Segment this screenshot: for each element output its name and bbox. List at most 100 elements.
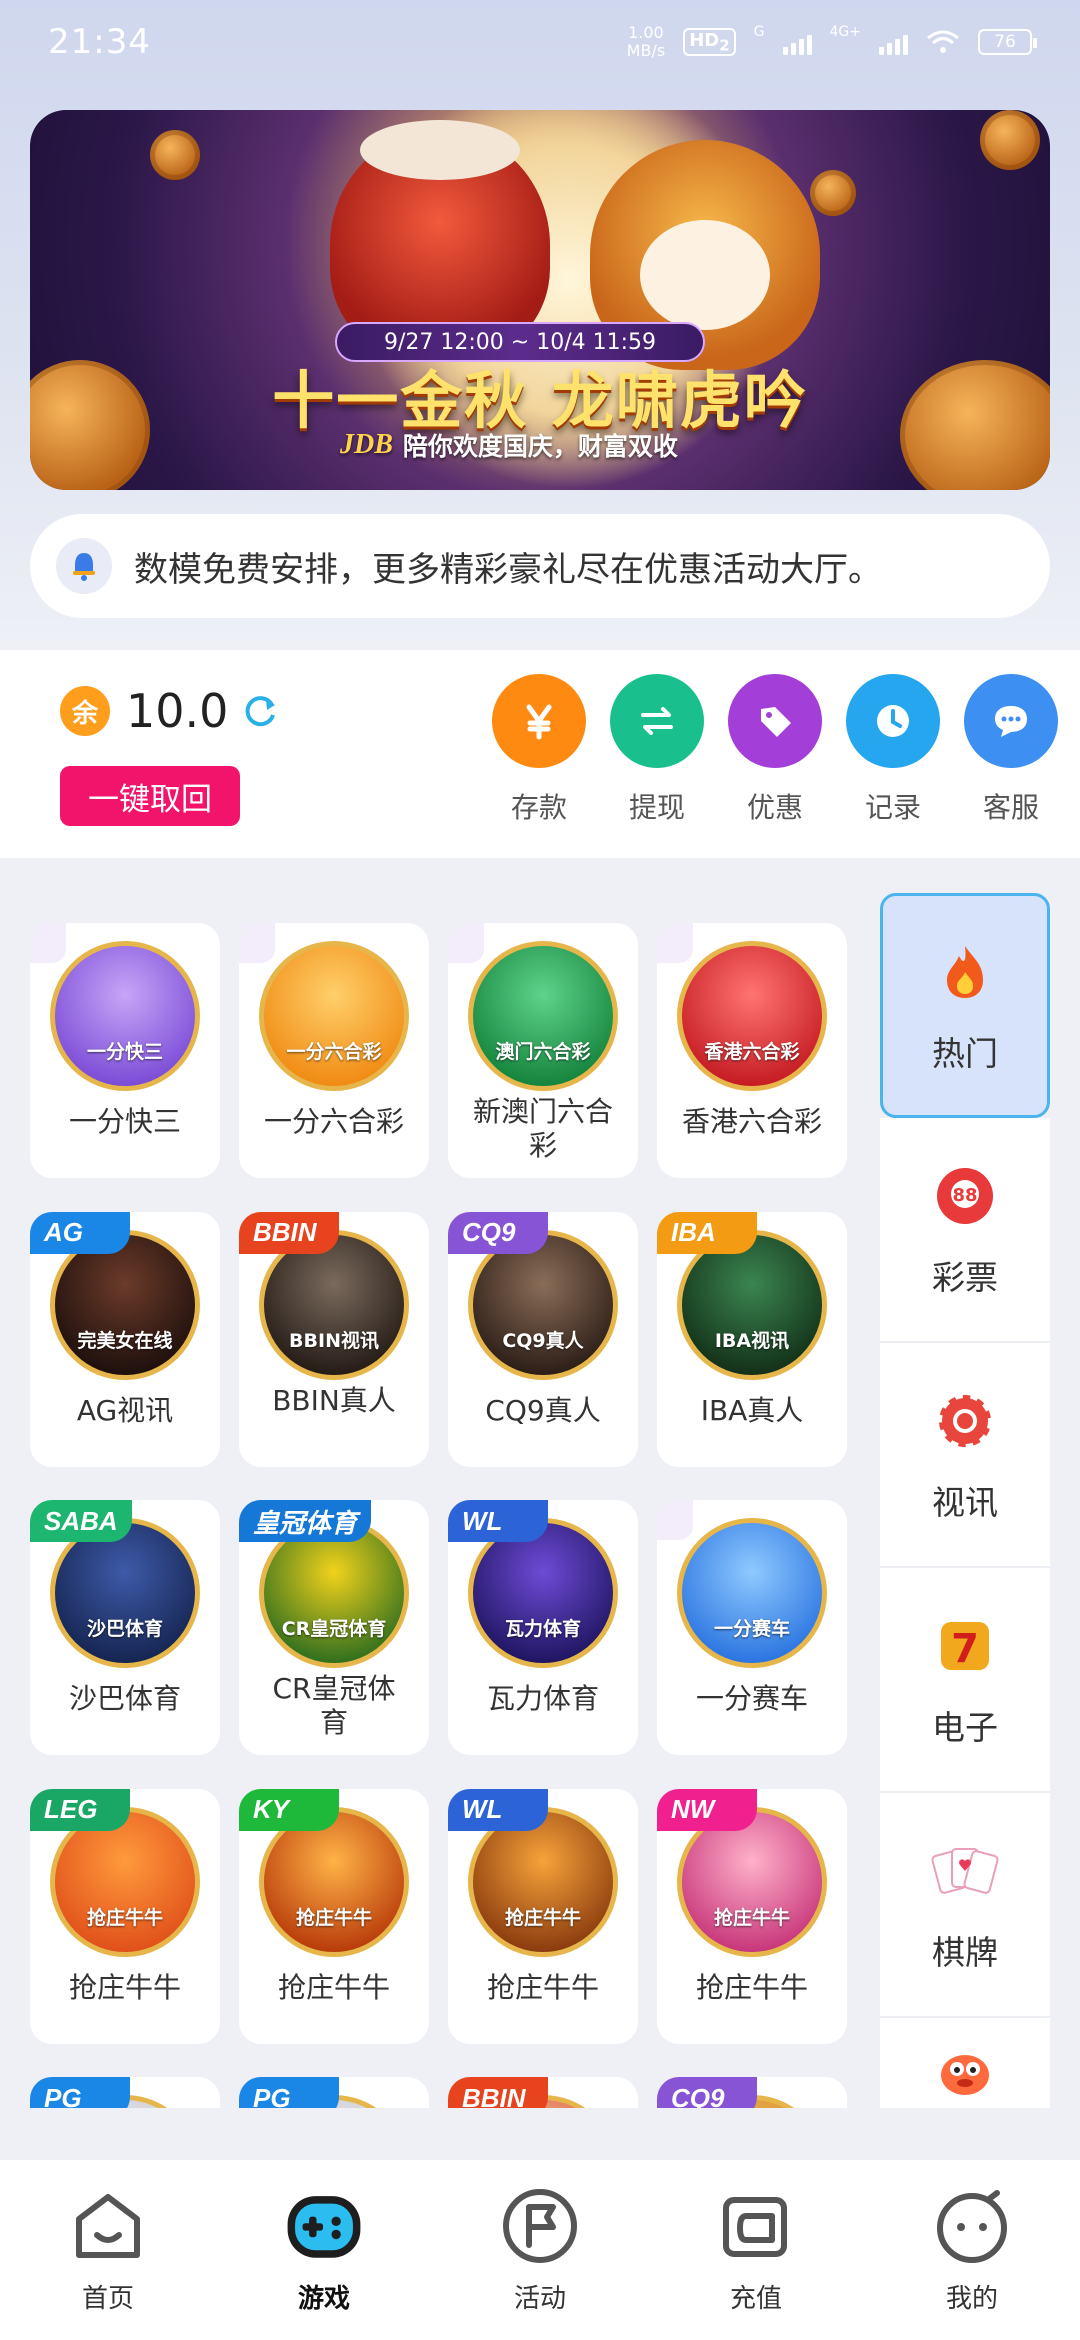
provider-badge: IBA: [657, 1211, 757, 1254]
provider-badge: CQ9: [448, 1211, 548, 1254]
provider-badge: AG: [30, 1211, 130, 1254]
category-board-games[interactable]: 棋牌: [880, 1793, 1050, 2018]
status-time: 21:34: [48, 22, 151, 62]
game-name: AG视讯: [76, 1393, 174, 1427]
game-card[interactable]: 抢庄牛牛 KY 抢庄牛牛: [239, 1788, 429, 2044]
category-hot[interactable]: 热门: [880, 893, 1050, 1118]
wallet-panel: 余 10.0 一键取回 存款 提现 优惠 记录 客服: [0, 650, 1080, 858]
game-card[interactable]: CQ9: [657, 2077, 847, 2108]
game-name: 瓦力体育: [486, 1682, 599, 1715]
home-icon: [66, 2184, 150, 2268]
clock-icon: [846, 674, 940, 768]
mooncake-graphic: [810, 170, 856, 216]
nav-profile[interactable]: 我的: [902, 2184, 1042, 2340]
game-thumbnail-image: 一分快三: [50, 941, 200, 1091]
promotion-action[interactable]: 优惠: [728, 674, 822, 826]
game-card[interactable]: PG: [239, 2077, 429, 2108]
category-live-video[interactable]: 视讯: [880, 1343, 1050, 1568]
promo-banner[interactable]: 9/27 12:00 ~ 10/4 11:59 十一金秋 龙啸虎吟 JDB 陪你…: [30, 110, 1050, 490]
provider-badge: BBIN: [448, 2077, 548, 2108]
corner-flag-icon: [30, 923, 66, 963]
corner-flag-icon: [239, 923, 275, 963]
signal-bars-4g-icon: [879, 29, 908, 55]
balance-row: 余 10.0: [60, 684, 280, 738]
game-thumbnail-image: 香港六合彩: [677, 941, 827, 1091]
announcement-marquee[interactable]: 数模免费安排，更多精彩豪礼尽在优惠活动大厅。: [30, 514, 1050, 618]
game-thumbnail-label: CR皇冠体育: [281, 1618, 387, 1640]
balance-coin-icon: 余: [60, 686, 110, 736]
game-thumbnail-label: CQ9真人: [502, 1329, 584, 1352]
game-thumbnail-label: 完美女在线: [77, 1329, 173, 1352]
provider-badge: WL: [448, 1788, 548, 1831]
game-card[interactable]: 沙巴体育 SABA 沙巴体育: [30, 1500, 220, 1755]
nav-home[interactable]: 首页: [38, 2184, 178, 2340]
game-name: 沙巴体育: [68, 1682, 181, 1715]
withdraw-label: 提现: [628, 791, 685, 824]
records-action[interactable]: 记录: [846, 674, 940, 826]
game-card[interactable]: BBIN: [448, 2077, 638, 2108]
game-card[interactable]: 抢庄牛牛 NW 抢庄牛牛: [657, 1788, 847, 2044]
nav-label: 首页: [81, 2284, 134, 2314]
game-card[interactable]: 抢庄牛牛 WL 抢庄牛牛: [448, 1788, 638, 2044]
wallet-actions: 存款 提现 优惠 记录 客服: [492, 674, 1058, 826]
category-electronic[interactable]: 7 电子: [880, 1568, 1050, 1793]
refresh-icon[interactable]: [240, 691, 280, 731]
provider-badge: PG: [239, 2077, 339, 2108]
mooncake-graphic: [980, 110, 1040, 170]
provider-badge: PG: [30, 2077, 130, 2108]
game-name: 抢庄牛牛: [68, 1970, 181, 2004]
bottom-navigation: 首页 游戏 活动 充值 我的: [0, 2160, 1080, 2340]
nav-recharge[interactable]: 充值: [686, 2184, 826, 2340]
nav-label: 游戏: [297, 2284, 350, 2314]
category-lottery[interactable]: 88 彩票: [880, 1118, 1050, 1343]
game-thumbnail-label: 一分快三: [86, 1041, 163, 1063]
game-name: 一分快三: [68, 1105, 181, 1138]
game-card[interactable]: PG: [30, 2077, 220, 2108]
records-label: 记录: [864, 791, 921, 824]
game-card[interactable]: IBA视讯 IBA IBA真人: [657, 1211, 847, 1467]
game-card[interactable]: 完美女在线 AG AG视讯: [30, 1211, 220, 1467]
game-name: CQ9真人: [485, 1393, 601, 1427]
nav-activity[interactable]: 活动: [470, 2184, 610, 2340]
withdraw-action[interactable]: 提现: [610, 674, 704, 826]
game-name: 一分赛车: [695, 1682, 808, 1715]
game-thumbnail-label: 澳门六合彩: [495, 1041, 591, 1063]
game-name: IBA真人: [700, 1393, 804, 1427]
status-bar: 21:34 1.00 MB/s HD2 G 4G+ 76: [0, 0, 1080, 84]
deposit-label: 存款: [510, 791, 567, 824]
provider-badge: NW: [657, 1788, 757, 1831]
game-card[interactable]: CQ9真人 CQ9 CQ9真人: [448, 1211, 638, 1467]
transfer-icon: [610, 674, 704, 768]
provider-badge: CQ9: [657, 2077, 757, 2108]
provider-badge: 皇冠体育: [239, 1500, 372, 1542]
game-card[interactable]: 澳门六合彩 新澳门六合彩: [448, 923, 638, 1178]
one-click-recall-button[interactable]: 一键取回: [60, 766, 240, 826]
game-card[interactable]: 抢庄牛牛 LEG 抢庄牛牛: [30, 1788, 220, 2044]
wallet-icon: [714, 2184, 798, 2268]
deposit-action[interactable]: 存款: [492, 674, 586, 826]
game-card[interactable]: 香港六合彩 香港六合彩: [657, 923, 847, 1178]
game-thumbnail-label: 抢庄牛牛: [504, 1906, 581, 1929]
signal-bars-icon: [782, 29, 812, 55]
tag-icon: [728, 674, 822, 768]
category-label: 电子: [932, 1707, 998, 1747]
category-side-menu: 热门 88 彩票 视讯 7 电子 棋牌: [880, 893, 1050, 2108]
nav-label: 充值: [729, 2284, 782, 2314]
game-name: 香港六合彩: [681, 1105, 822, 1138]
game-card[interactable]: 一分六合彩 一分六合彩: [239, 923, 429, 1178]
wifi-icon: [927, 30, 959, 53]
game-card[interactable]: 瓦力体育 WL 瓦力体育: [448, 1500, 638, 1755]
mooncake-graphic: [150, 130, 200, 180]
slot-seven-icon: 7: [930, 1611, 1000, 1681]
hd-sub-label: 2: [719, 36, 730, 55]
game-card[interactable]: BBIN视讯 BBIN BBIN真人: [239, 1211, 429, 1467]
game-card[interactable]: 一分快三 一分快三: [30, 923, 220, 1178]
category-fishing[interactable]: [880, 2018, 1050, 2108]
nav-games[interactable]: 游戏: [254, 2184, 394, 2340]
banner-subtitle: 陪你欢度国庆，财富双收: [402, 432, 678, 461]
game-card[interactable]: CR皇冠体育 皇冠体育 CR皇冠体育: [239, 1500, 429, 1755]
game-thumbnail-label: 瓦力体育: [504, 1618, 581, 1640]
game-card[interactable]: 一分赛车 一分赛车: [657, 1500, 847, 1755]
customer-service-action[interactable]: 客服: [964, 674, 1058, 826]
category-label: 彩票: [932, 1257, 998, 1297]
